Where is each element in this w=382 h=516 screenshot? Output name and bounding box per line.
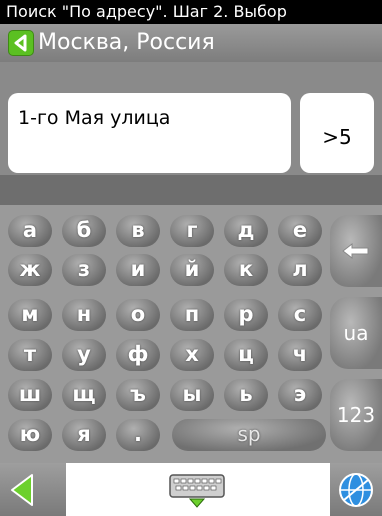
key[interactable]: з xyxy=(62,254,106,286)
onscreen-keyboard: а б в г д е ж з и й к л м н о п р с т у … xyxy=(0,205,382,463)
backspace-arrow-icon xyxy=(342,242,369,260)
key[interactable]: ж xyxy=(8,254,52,286)
keyboard-toggle-button[interactable] xyxy=(166,473,228,509)
key[interactable]: й xyxy=(170,254,214,286)
key[interactable]: м xyxy=(8,299,52,331)
key[interactable]: ъ xyxy=(116,379,160,411)
key[interactable]: э xyxy=(278,379,322,411)
key[interactable]: а xyxy=(8,215,52,247)
key[interactable]: л xyxy=(278,254,322,286)
key[interactable]: с xyxy=(278,299,322,331)
key[interactable]: ы xyxy=(170,379,214,411)
globe-button[interactable] xyxy=(330,463,382,516)
globe-icon xyxy=(339,473,373,507)
results-strip xyxy=(0,175,382,205)
key[interactable]: ш xyxy=(8,379,52,411)
key[interactable]: е xyxy=(278,215,322,247)
key[interactable]: ю xyxy=(8,419,52,451)
key[interactable]: н xyxy=(62,299,106,331)
back-triangle-icon xyxy=(11,474,33,506)
search-input[interactable]: 1-го Мая улица xyxy=(8,93,291,173)
key[interactable]: б xyxy=(62,215,106,247)
keyboard-icon xyxy=(169,474,225,508)
match-count: >5 xyxy=(322,125,352,149)
key[interactable]: ф xyxy=(116,339,160,371)
space-key[interactable]: sp xyxy=(172,419,326,451)
key[interactable]: д xyxy=(224,215,268,247)
location-label: Москва, Россия xyxy=(38,30,215,55)
key[interactable]: т xyxy=(8,339,52,371)
key[interactable]: и xyxy=(116,254,160,286)
key[interactable]: г xyxy=(170,215,214,247)
key[interactable]: р xyxy=(224,299,268,331)
numeric-key[interactable]: 123 xyxy=(330,379,382,451)
key[interactable]: в xyxy=(116,215,160,247)
location-bar: Москва, Россия xyxy=(0,24,382,62)
key[interactable]: х xyxy=(170,339,214,371)
key[interactable]: . xyxy=(116,419,160,451)
search-query: 1-го Мая улица xyxy=(18,107,171,129)
key[interactable]: п xyxy=(170,299,214,331)
key[interactable]: щ xyxy=(62,379,106,411)
key[interactable]: у xyxy=(62,339,106,371)
backspace-key[interactable] xyxy=(330,215,382,287)
back-arrow-icon xyxy=(14,34,27,52)
match-count-button[interactable]: >5 xyxy=(300,93,374,173)
location-back-button[interactable] xyxy=(8,30,34,56)
key[interactable]: ч xyxy=(278,339,322,371)
window-title: Поиск "По адресу". Шаг 2. Выбор xyxy=(0,0,382,24)
bottom-toolbar xyxy=(0,463,382,516)
key[interactable]: я xyxy=(62,419,106,451)
key[interactable]: ь xyxy=(224,379,268,411)
language-key[interactable]: ua xyxy=(330,297,382,369)
key[interactable]: к xyxy=(224,254,268,286)
key[interactable]: о xyxy=(116,299,160,331)
bottom-back-button[interactable] xyxy=(0,463,66,516)
key[interactable]: ц xyxy=(224,339,268,371)
